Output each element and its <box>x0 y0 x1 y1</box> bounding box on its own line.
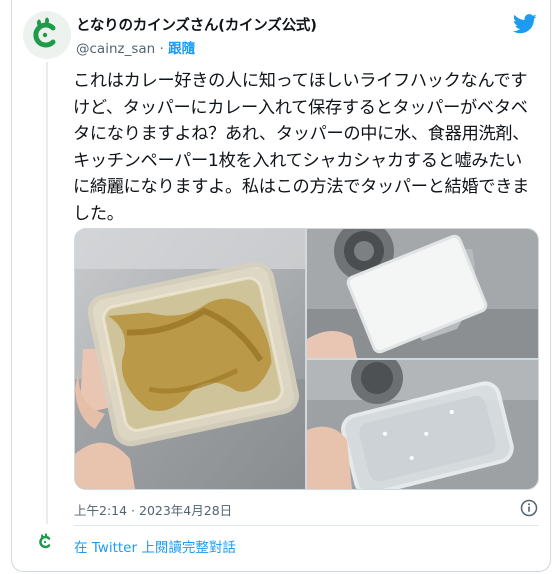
tweet-media-grid <box>74 228 539 490</box>
author-display-name[interactable]: となりのカインズさん(カインズ公式) <box>76 14 317 35</box>
handle-separator: · <box>159 41 164 57</box>
photo-clean-container[interactable] <box>307 360 538 489</box>
small-author-avatar <box>34 530 58 554</box>
tweet-text: これはカレー好きの人に知ってほしいライフハックなんですけど、タッパーにカレー入れ… <box>73 71 530 224</box>
author-handle-row: @cainz_san · 跟隨 <box>76 37 195 57</box>
read-full-conversation-link[interactable]: 在 Twitter 上閱讀完整對話 <box>74 536 236 556</box>
sink-lid-image <box>307 229 538 358</box>
dirty-container-image <box>75 229 305 489</box>
author-handle[interactable]: @cainz_san <box>76 41 155 57</box>
thread-line <box>46 62 48 524</box>
photo-sink-lid[interactable] <box>307 229 538 358</box>
follow-link[interactable]: 跟隨 <box>168 41 195 57</box>
info-icon[interactable] <box>520 499 538 517</box>
photo-dirty-container[interactable] <box>75 229 305 489</box>
tweet-timestamp[interactable]: 上午2:14 · 2023年4月28日 <box>74 500 232 519</box>
twitter-bird-icon[interactable] <box>513 14 537 34</box>
footer-divider <box>74 525 539 526</box>
author-avatar[interactable] <box>23 11 71 59</box>
cainz-logo-icon <box>23 11 71 59</box>
clean-container-image <box>307 360 538 489</box>
cainz-logo-small-icon <box>34 530 58 554</box>
